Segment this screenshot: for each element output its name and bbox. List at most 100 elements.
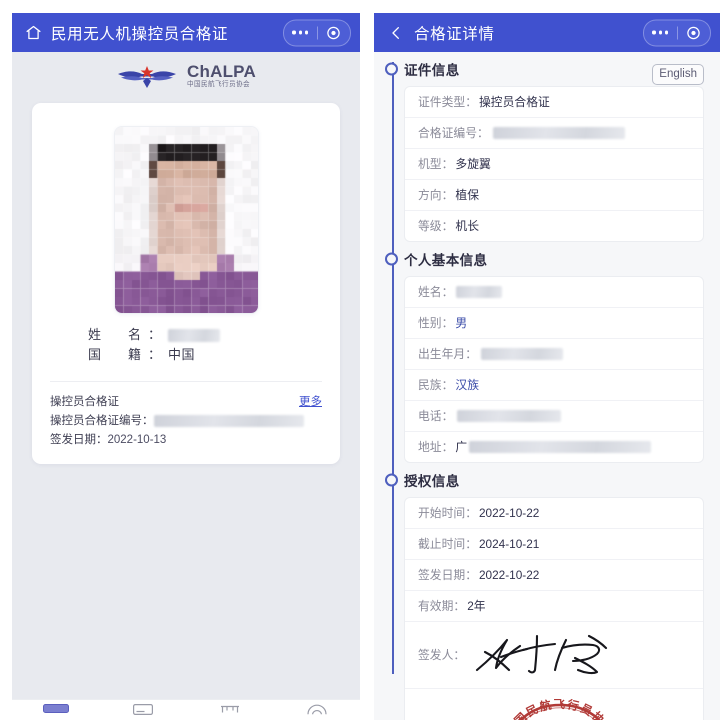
tab-item-4[interactable] <box>297 704 337 718</box>
cert-summary-number-row: 操控员合格证编号： <box>50 412 322 431</box>
target-circle-icon[interactable] <box>318 25 351 40</box>
license-card[interactable]: 姓 名： 国 籍：中国 操控员合格证 更多 操控员合格证编号： 签发日期：202… <box>32 103 340 464</box>
redacted-value <box>492 127 625 139</box>
more-link[interactable]: 更多 <box>299 393 322 412</box>
document-icon[interactable] <box>132 704 153 715</box>
chalpa-brand: ChALPA 中国民航飞行员协会 <box>12 52 360 99</box>
card-field-name: 姓 名： <box>88 325 340 345</box>
signer-label: 签发人： <box>418 648 466 662</box>
issuer-row: 签发单位： 中国民航飞行员协会 <box>405 689 703 720</box>
section-cert-info: 证件信息 English 证件类型： 操控员合格证 合格证编号： 机型： 多旋翼 方… <box>374 52 720 242</box>
applicant-photo <box>114 127 258 313</box>
card-filled-icon[interactable] <box>42 704 69 713</box>
card-field-nationality-value: 中国 <box>168 347 196 362</box>
field-label: 等级： <box>418 219 454 233</box>
card-field-nationality-label: 国 籍： <box>88 347 169 362</box>
cert-number-label: 操控员合格证编号： <box>50 415 154 427</box>
right-navbar: 合格证详情 <box>374 13 720 52</box>
field-value: 2022-10-22 <box>479 506 540 520</box>
left-content: ChALPA 中国民航飞行员协会 姓 名： 国 籍：中国 操控员合格证 更多 操… <box>12 52 360 720</box>
bridge-icon[interactable] <box>220 704 240 714</box>
more-dots-icon[interactable] <box>284 30 317 35</box>
timeline-node-icon <box>385 62 398 76</box>
field-label: 性别： <box>418 316 454 330</box>
wechat-capsule[interactable] <box>283 19 351 46</box>
chevron-left-icon[interactable] <box>388 25 404 41</box>
field-value: 汉族 <box>455 378 480 392</box>
timeline-node-icon <box>385 252 398 266</box>
field-row: 签发日期： 2022-10-22 <box>405 560 703 591</box>
chalpa-seal-icon: 中国民航飞行员协会 ChALPA 无人机管理办公室 <box>504 697 616 720</box>
field-row: 机型： 多旋翼 <box>405 149 703 180</box>
field-row: 电话： <box>405 401 703 432</box>
field-row: 民族： 汉族 <box>405 370 703 401</box>
section-personal-info: 个人基本信息 姓名： 性别：男 出生年月： 民族： 汉族 电话： 地址： 广 <box>374 242 720 463</box>
arc-icon[interactable] <box>306 704 327 715</box>
field-label: 民族： <box>418 378 454 392</box>
signer-row: 签发人： <box>405 622 703 689</box>
field-row: 地址：广 <box>405 432 703 462</box>
issue-date-label: 签发日期： <box>50 434 108 446</box>
field-row: 证件类型： 操控员合格证 <box>405 87 703 118</box>
section-header: 授权信息 <box>385 463 720 497</box>
field-label: 方向： <box>418 188 454 202</box>
home-icon[interactable] <box>25 24 42 41</box>
field-label: 有效期： <box>418 599 466 613</box>
cert-summary-title: 操控员合格证 <box>50 396 119 408</box>
section-title: 证件信息 <box>404 63 460 78</box>
redacted-value <box>456 286 503 298</box>
bottom-tabbar <box>12 699 360 720</box>
english-toggle-button[interactable]: English <box>652 64 704 86</box>
field-label: 合格证编号： <box>418 126 489 140</box>
cert-summary-title-row: 操控员合格证 更多 <box>50 393 322 412</box>
field-value: 2年 <box>467 599 486 613</box>
field-value: 多旋翼 <box>455 157 491 171</box>
right-screen: 合格证详情 证件信息 English 证件类型： 操控员合格证 合格证编号： 机… <box>374 0 720 720</box>
field-row: 性别：男 <box>405 308 703 339</box>
wechat-capsule[interactable] <box>643 19 711 46</box>
official-seal: 中国民航飞行员协会 ChALPA 无人机管理办公室 <box>501 697 619 720</box>
field-label: 姓名： <box>418 285 454 299</box>
redacted-value <box>469 441 652 453</box>
field-label: 电话： <box>418 409 454 423</box>
svg-text:中国民航飞行员协会: 中国民航飞行员协会 <box>504 699 616 720</box>
redacted-cert-number <box>153 415 304 427</box>
field-value: 男 <box>455 316 468 330</box>
card-cert-summary: 操控员合格证 更多 操控员合格证编号： 签发日期：2022-10-13 <box>50 381 322 450</box>
issue-date-value: 2022-10-13 <box>107 434 167 446</box>
field-row: 姓名： <box>405 277 703 308</box>
target-circle-icon[interactable] <box>678 25 711 40</box>
section-title: 个人基本信息 <box>404 253 488 268</box>
field-row: 方向： 植保 <box>405 180 703 211</box>
field-value: 2022-10-22 <box>479 568 540 582</box>
left-nav-title: 民用无人机操控员合格证 <box>51 25 229 43</box>
card-field-name-label: 姓 名： <box>88 327 169 342</box>
card-identity-fields: 姓 名： 国 籍：中国 <box>32 325 340 365</box>
field-label: 签发日期： <box>418 568 477 582</box>
brand-text: ChALPA 中国民航飞行员协会 <box>187 63 256 89</box>
tab-item-1[interactable] <box>36 704 76 718</box>
field-row: 合格证编号： <box>405 118 703 149</box>
brand-subtitle: 中国民航飞行员协会 <box>187 80 250 88</box>
cert-summary-date-row: 签发日期：2022-10-13 <box>50 431 322 450</box>
field-label: 开始时间： <box>418 506 477 520</box>
personal-info-card: 姓名： 性别：男 出生年月： 民族： 汉族 电话： 地址：广 <box>404 276 704 463</box>
tab-item-3[interactable] <box>210 704 250 718</box>
field-value: 2024-10-21 <box>479 537 540 551</box>
field-row: 等级： 机长 <box>405 211 703 241</box>
section-authorization-info: 授权信息 开始时间： 2022-10-22 截止时间： 2024-10-21 签发日… <box>374 463 720 720</box>
cert-info-card: 证件类型： 操控员合格证 合格证编号： 机型： 多旋翼 方向： 植保 等级： 机长 <box>404 86 704 242</box>
field-value: 植保 <box>455 188 480 202</box>
tab-item-2[interactable] <box>123 704 163 718</box>
left-screen: 民用无人机操控员合格证 ChALPA 中国民航飞行员协会 姓 名： 国 籍：中国… <box>12 0 360 720</box>
section-header: 个人基本信息 <box>385 242 720 276</box>
redacted-value <box>481 348 563 360</box>
field-label: 截止时间： <box>418 537 477 551</box>
field-row: 截止时间： 2024-10-21 <box>405 529 703 560</box>
field-label: 出生年月： <box>418 347 477 361</box>
right-nav-title: 合格证详情 <box>414 25 495 43</box>
chalpa-wings-logo <box>118 65 177 88</box>
dual-screenshot-container: 民用无人机操控员合格证 ChALPA 中国民航飞行员协会 姓 名： 国 籍：中国… <box>0 0 720 720</box>
more-dots-icon[interactable] <box>644 30 677 35</box>
field-label: 机型： <box>418 157 454 171</box>
